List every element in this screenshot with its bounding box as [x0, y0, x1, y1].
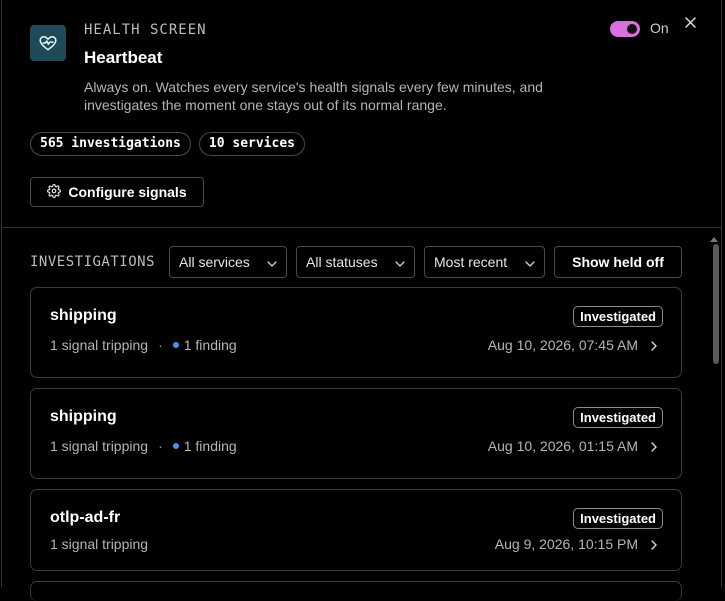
- heart-pulse-icon: [30, 25, 66, 61]
- timestamp: Aug 10, 2026, 07:45 AM: [487, 337, 638, 353]
- statuses-filter[interactable]: All statuses: [296, 246, 415, 278]
- heartbeat-toggle[interactable]: [610, 21, 640, 37]
- timestamp: Aug 10, 2026, 01:15 AM: [487, 438, 638, 454]
- sort-filter-label: Most recent: [434, 254, 508, 270]
- configure-signals-button[interactable]: Configure signals: [30, 177, 204, 207]
- close-button[interactable]: [682, 16, 698, 32]
- section-divider: [2, 227, 721, 228]
- status-badge: Investigated: [573, 306, 663, 327]
- chevron-down-icon: [525, 254, 535, 270]
- card-meta: 1 signal tripping: [50, 536, 148, 552]
- finding-count: 1 finding: [183, 337, 237, 353]
- service-name: shipping: [50, 307, 117, 324]
- chevron-down-icon: [267, 254, 277, 270]
- heartbeat-panel: HEALTH SCREEN Heartbeat Always on. Watch…: [1, 0, 722, 601]
- investigations-heading: INVESTIGATIONS: [30, 254, 156, 270]
- status-badge: Investigated: [573, 508, 663, 529]
- scrollbar-thumb[interactable]: [713, 244, 719, 364]
- chevron-down-icon: [395, 254, 405, 270]
- sort-filter[interactable]: Most recent: [424, 246, 545, 278]
- chevron-right-icon: [651, 442, 657, 452]
- investigation-card[interactable]: shipping Investigated 1 signal tripping …: [30, 388, 682, 479]
- meta-separator: ·: [158, 337, 163, 353]
- investigation-card[interactable]: [30, 581, 682, 601]
- panel-description: Always on. Watches every service's healt…: [84, 79, 543, 113]
- panel-title: Heartbeat: [84, 48, 163, 67]
- card-meta: 1 signal tripping · 1 finding: [50, 438, 237, 454]
- finding-dot-icon: [172, 443, 179, 449]
- stats-chips: 565 investigations 10 services: [30, 132, 305, 156]
- panel-eyebrow: HEALTH SCREEN: [84, 22, 207, 38]
- chevron-right-icon: [651, 341, 657, 351]
- statuses-filter-label: All statuses: [306, 254, 378, 270]
- service-name: otlp-ad-fr: [50, 509, 121, 526]
- investigation-card[interactable]: shipping Investigated 1 signal tripping …: [30, 287, 682, 378]
- investigations-count-chip: 565 investigations: [30, 132, 191, 156]
- close-icon: [684, 15, 696, 33]
- toggle-knob: [627, 24, 637, 34]
- finding-count: 1 finding: [183, 438, 237, 454]
- scroll-up-icon[interactable]: [710, 236, 718, 242]
- gear-icon: [47, 183, 62, 201]
- signal-count: 1 signal tripping: [50, 536, 149, 552]
- services-count-chip: 10 services: [198, 132, 305, 156]
- services-filter-label: All services: [179, 254, 250, 270]
- status-badge: Investigated: [573, 407, 663, 428]
- card-meta: 1 signal tripping · 1 finding: [50, 337, 237, 353]
- services-filter[interactable]: All services: [169, 246, 287, 278]
- investigation-card[interactable]: otlp-ad-fr Investigated 1 signal trippin…: [30, 489, 682, 571]
- show-held-off-button[interactable]: Show held off: [554, 246, 682, 278]
- configure-signals-label: Configure signals: [68, 184, 187, 200]
- signal-count: 1 signal tripping: [50, 337, 149, 353]
- service-name: shipping: [50, 408, 117, 425]
- signal-count: 1 signal tripping: [50, 438, 149, 454]
- meta-separator: ·: [158, 438, 163, 454]
- toggle-label: On: [650, 20, 669, 36]
- finding-dot-icon: [172, 342, 179, 348]
- chevron-right-icon: [651, 540, 657, 550]
- timestamp: Aug 9, 2026, 10:15 PM: [494, 536, 638, 552]
